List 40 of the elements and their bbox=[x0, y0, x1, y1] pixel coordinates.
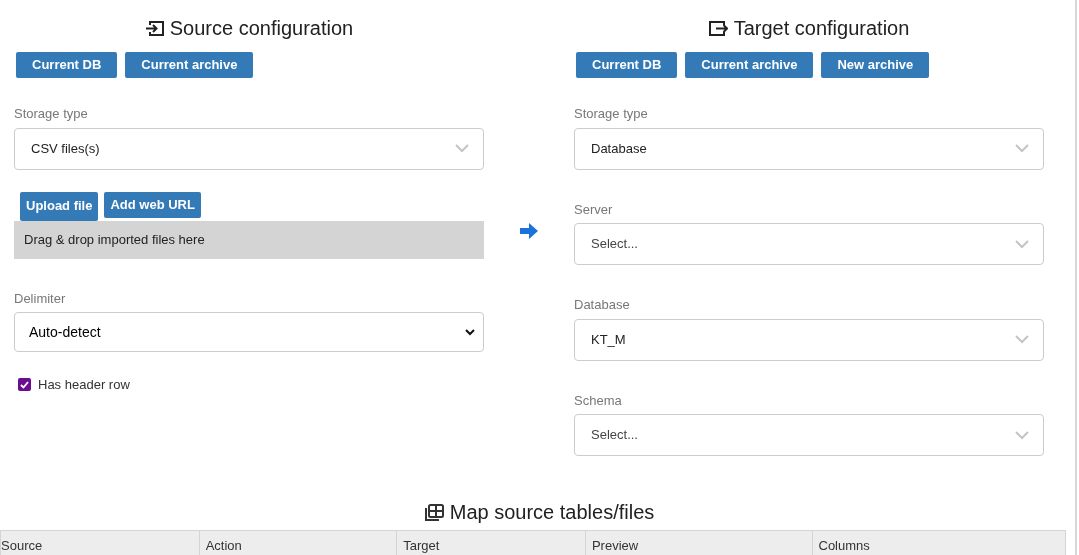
enter-icon bbox=[144, 19, 164, 37]
field-label: Storage type bbox=[14, 105, 89, 123]
dropdown[interactable]: Select... bbox=[574, 414, 1044, 456]
section-title: Source configuration bbox=[169, 16, 354, 41]
chevron-down-icon bbox=[1015, 430, 1029, 440]
field-label: Schema bbox=[574, 391, 623, 410]
column-header[interactable]: Source bbox=[1, 531, 199, 555]
field-label: Delimiter bbox=[14, 289, 67, 308]
dropdown[interactable]: Select... bbox=[574, 223, 1044, 265]
chevron-down-icon bbox=[1015, 239, 1029, 249]
chevron-down-icon bbox=[1015, 144, 1029, 153]
delimiter-select[interactable]: Auto-detect bbox=[14, 312, 484, 352]
dropdown[interactable]: CSV files(s) bbox=[14, 127, 484, 170]
upload-button[interactable]: Upload file bbox=[20, 191, 99, 221]
dropdown[interactable]: KT_M bbox=[574, 318, 1044, 361]
chevron-down-icon bbox=[1015, 335, 1029, 344]
toolbar-button[interactable]: Current archive bbox=[685, 52, 814, 78]
toolbar-button[interactable]: Current DB bbox=[16, 52, 118, 78]
exit-icon bbox=[708, 19, 728, 37]
right-arrow-icon bbox=[519, 222, 539, 240]
column-header[interactable]: Columns bbox=[811, 531, 1065, 555]
toolbar-button[interactable]: Current archive bbox=[125, 52, 254, 78]
drop-zone[interactable]: Drag & drop imported files here bbox=[14, 220, 484, 259]
chevron-down-icon bbox=[465, 328, 475, 336]
checkbox-label: Has header row bbox=[38, 376, 130, 394]
checkbox[interactable] bbox=[18, 378, 31, 392]
chevron-down-icon bbox=[455, 144, 469, 153]
upload-button[interactable]: Add web URL bbox=[104, 191, 201, 218]
table-icon bbox=[424, 503, 444, 521]
section-title: Map source tables/files bbox=[449, 500, 655, 525]
toolbar-button[interactable]: New archive bbox=[821, 52, 930, 78]
section-title: Target configuration bbox=[733, 16, 910, 41]
field-label: Storage type bbox=[574, 105, 649, 123]
column-header[interactable]: Preview bbox=[584, 531, 812, 555]
field-label: Database bbox=[574, 296, 631, 314]
column-header[interactable]: Target bbox=[396, 531, 585, 555]
toolbar-button[interactable]: Current DB bbox=[576, 52, 678, 78]
column-header[interactable]: Action bbox=[198, 531, 397, 555]
field-label: Server bbox=[574, 200, 614, 219]
dropdown[interactable]: Database bbox=[574, 127, 1044, 170]
